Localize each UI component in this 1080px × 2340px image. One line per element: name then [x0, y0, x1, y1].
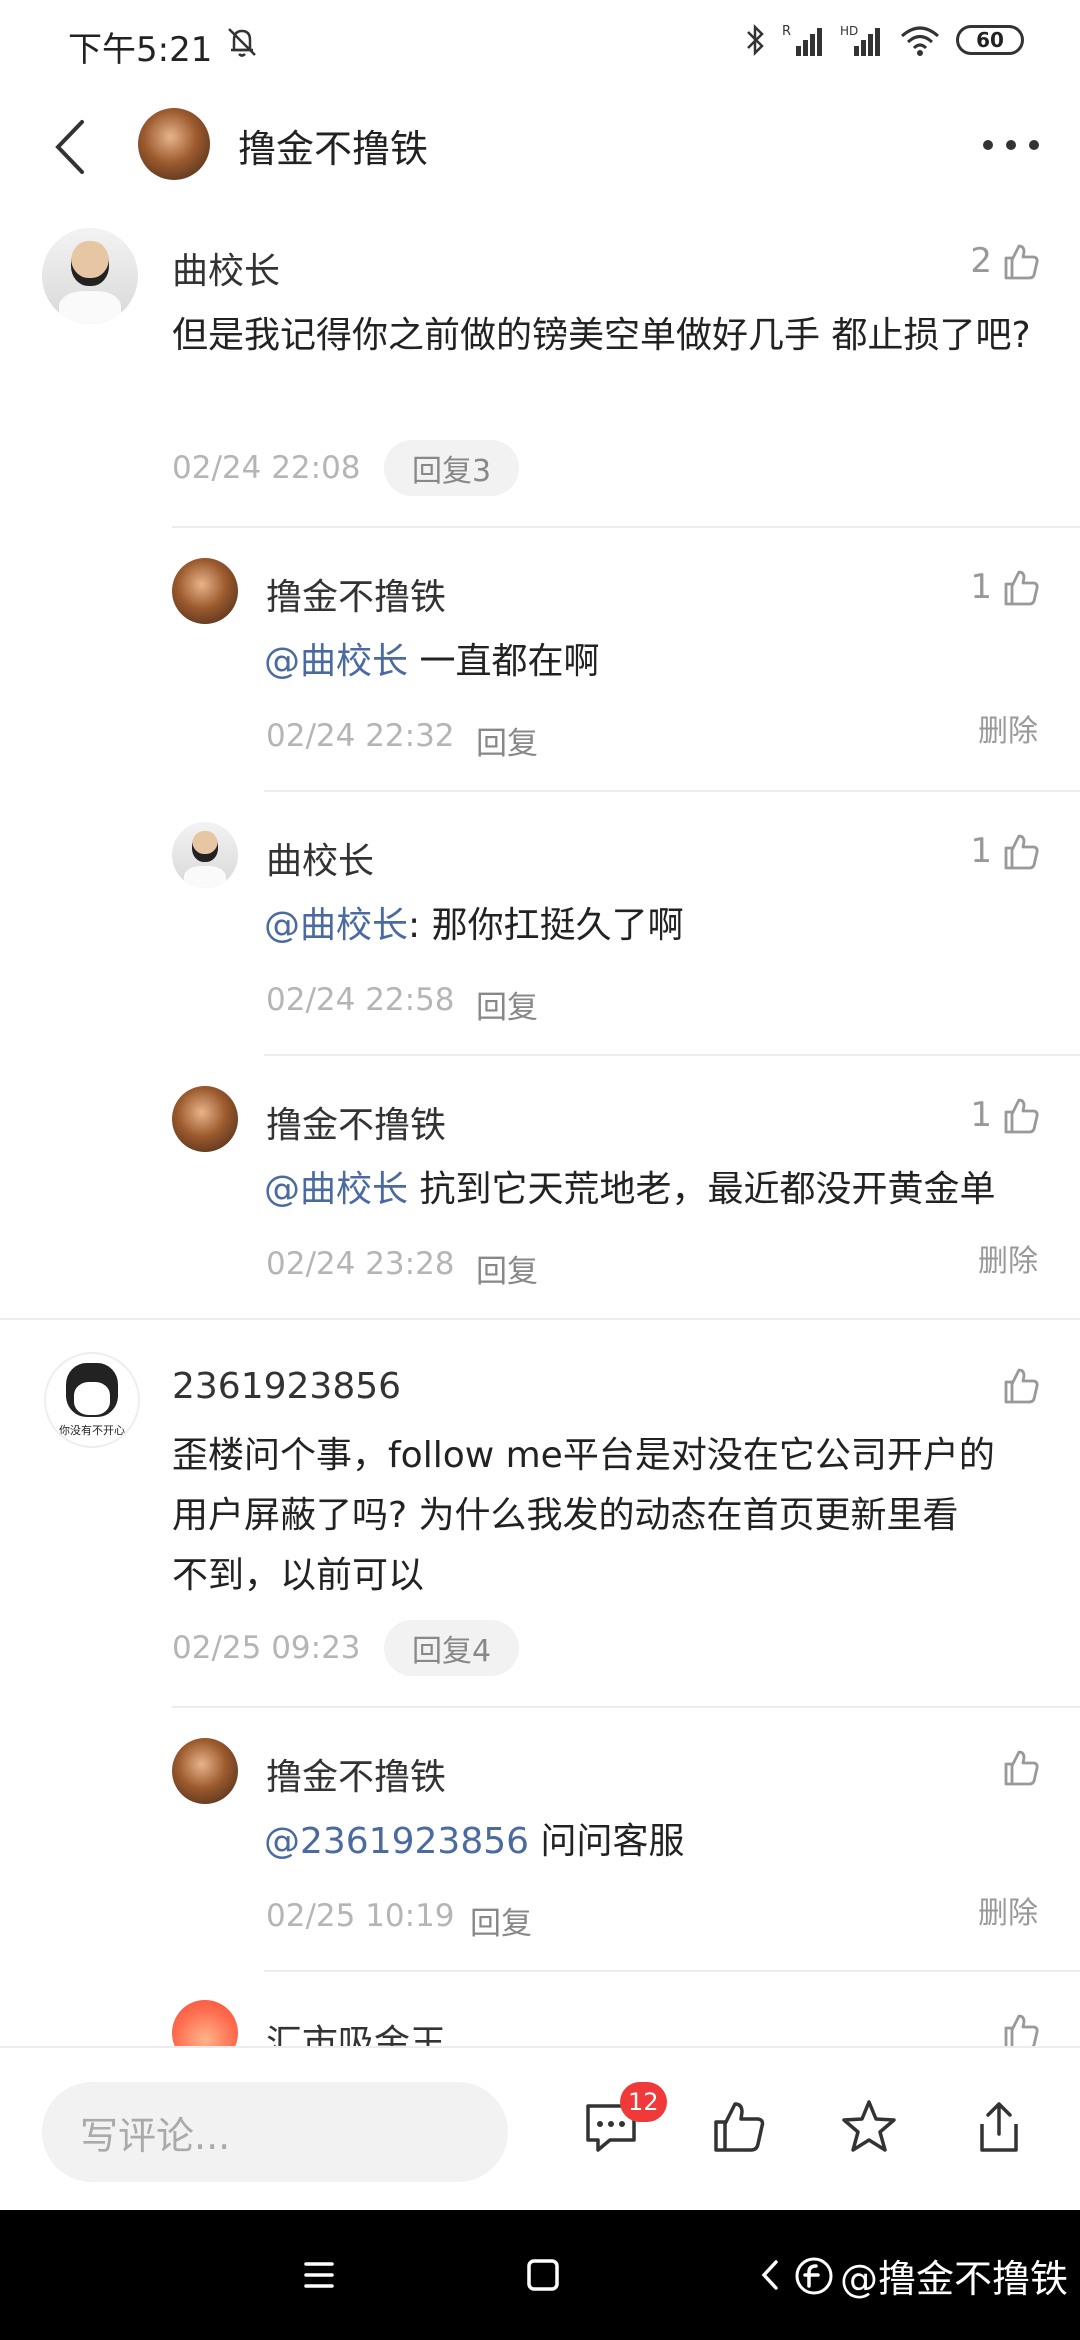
bluetooth-icon	[747, 23, 764, 57]
home-icon[interactable]	[520, 2252, 566, 2298]
reply-button[interactable]: 回复	[470, 1898, 532, 1943]
like-button[interactable]	[1000, 1364, 1042, 1406]
mention-link[interactable]: @曲校长	[264, 905, 408, 946]
mention-link[interactable]: @2361923856	[264, 1821, 529, 1862]
signal-icon: R	[782, 24, 822, 56]
comment-count-badge: 12	[620, 2082, 667, 2122]
battery-indicator: 60	[956, 25, 1024, 55]
avatar[interactable]	[172, 1086, 238, 1152]
reply-time: 02/24 22:58	[266, 982, 455, 1018]
divider	[264, 1054, 1080, 1056]
reply-author[interactable]: 曲校长	[266, 832, 374, 884]
like-button[interactable]: 2	[970, 240, 1042, 282]
page-title: 撸金不撸铁	[238, 127, 429, 171]
back-nav-icon[interactable]	[748, 2252, 794, 2298]
back-button[interactable]	[44, 112, 104, 182]
like-post-icon[interactable]	[708, 2096, 770, 2158]
menu-icon[interactable]	[296, 2252, 342, 2298]
share-icon[interactable]	[968, 2096, 1030, 2158]
reply-button[interactable]: 回复	[476, 982, 538, 1027]
like-button[interactable]: 1	[970, 566, 1042, 608]
reply-text: @曲校长: 那你扛挺久了啊	[264, 905, 684, 946]
thumbs-up-icon	[1004, 244, 1039, 280]
divider	[172, 1706, 1080, 1708]
reply-text: @曲校长 抗到它天荒地老，最近都没开黄金单	[264, 1169, 996, 1210]
reply-text: @2361923856 问问客服	[264, 1821, 685, 1862]
reply-time: 02/24 23:28	[266, 1246, 455, 1282]
system-nav-bar: @撸金不撸铁	[0, 2210, 1080, 2340]
reply-text: @曲校长 一直都在啊	[264, 641, 600, 682]
delete-button[interactable]: 删除	[978, 706, 1038, 750]
divider	[0, 1318, 1080, 1320]
like-count: 2	[970, 241, 992, 281]
thumbs-up-icon	[1004, 570, 1039, 606]
thumbs-up-icon	[1004, 1750, 1039, 1786]
signal-hd-icon: HD	[840, 24, 880, 56]
comment-author[interactable]: 2361923856	[172, 1366, 401, 1407]
avatar-caption: 你没有不开心	[59, 1424, 125, 1437]
comment-text: 但是我记得你之前做的镑美空单做好几手 都止损了吧?	[172, 315, 1031, 356]
avatar[interactable]	[42, 228, 138, 324]
like-count: 1	[970, 1095, 992, 1135]
watermark: @撸金不撸铁	[794, 2248, 1068, 2303]
list-item: 汇市吸金王	[0, 1990, 1080, 2046]
like-count: 1	[970, 567, 992, 607]
star-icon[interactable]	[838, 2096, 900, 2158]
status-time: 下午5:21	[68, 30, 213, 70]
delete-button[interactable]: 删除	[978, 1888, 1038, 1932]
avatar[interactable]	[172, 822, 238, 888]
status-bar: 下午5:21 R HD 60	[0, 0, 1080, 90]
wifi-icon	[901, 26, 939, 56]
thumbs-up-icon	[1004, 834, 1039, 870]
bottom-action-bar: 写评论... 12	[0, 2046, 1080, 2210]
reply-author[interactable]: 撸金不撸铁	[266, 568, 446, 620]
mention-link[interactable]: @曲校长	[264, 641, 408, 682]
comment-input[interactable]: 写评论...	[42, 2082, 508, 2182]
avatar[interactable]: 你没有不开心	[44, 1352, 140, 1448]
like-button[interactable]: 1	[970, 830, 1042, 872]
view-replies-button[interactable]: 回复3	[384, 440, 520, 496]
avatar[interactable]	[172, 1738, 238, 1804]
like-button[interactable]	[1000, 1746, 1042, 1788]
more-options-icon[interactable]	[976, 120, 1046, 170]
avatar[interactable]	[172, 2000, 238, 2046]
comment-author[interactable]: 曲校长	[172, 242, 280, 294]
reply-time: 02/25 10:19	[266, 1898, 455, 1934]
reply-author[interactable]: 汇市吸金王	[266, 2014, 446, 2046]
like-button[interactable]: 1	[970, 1094, 1042, 1136]
divider	[172, 526, 1080, 528]
mute-icon	[228, 28, 256, 57]
header: 撸金不撸铁	[0, 90, 1080, 200]
reply-author[interactable]: 撸金不撸铁	[266, 1748, 446, 1800]
author-avatar[interactable]	[138, 108, 210, 180]
mention-link[interactable]: @曲校长	[264, 1169, 408, 1210]
reply-author[interactable]: 撸金不撸铁	[266, 1096, 446, 1148]
comment-time: 02/24 22:08	[172, 450, 361, 486]
thumbs-up-icon	[1004, 1368, 1039, 1404]
divider	[264, 790, 1080, 792]
thumbs-up-icon	[1004, 2014, 1039, 2046]
svg-text:HD: HD	[840, 24, 858, 38]
comment-text: 歪楼问个事，follow me平台是对没在它公司开户的 用户屏蔽了吗? 为什么我…	[172, 1435, 995, 1596]
watermark-text: @撸金不撸铁	[839, 2257, 1068, 2301]
avatar[interactable]	[172, 558, 238, 624]
view-replies-button[interactable]: 回复4	[384, 1620, 520, 1676]
delete-button[interactable]: 删除	[978, 1236, 1038, 1280]
like-button[interactable]	[1000, 2010, 1042, 2046]
reply-time: 02/24 22:32	[266, 718, 455, 754]
reply-button[interactable]: 回复	[476, 1246, 538, 1291]
comment-time: 02/25 09:23	[172, 1630, 361, 1666]
reply-button[interactable]: 回复	[476, 718, 538, 763]
svg-text:R: R	[782, 24, 791, 39]
platform-logo-icon	[795, 2257, 833, 2294]
thumbs-up-icon	[1004, 1098, 1039, 1134]
divider	[264, 1970, 1080, 1972]
like-count: 1	[970, 831, 992, 871]
